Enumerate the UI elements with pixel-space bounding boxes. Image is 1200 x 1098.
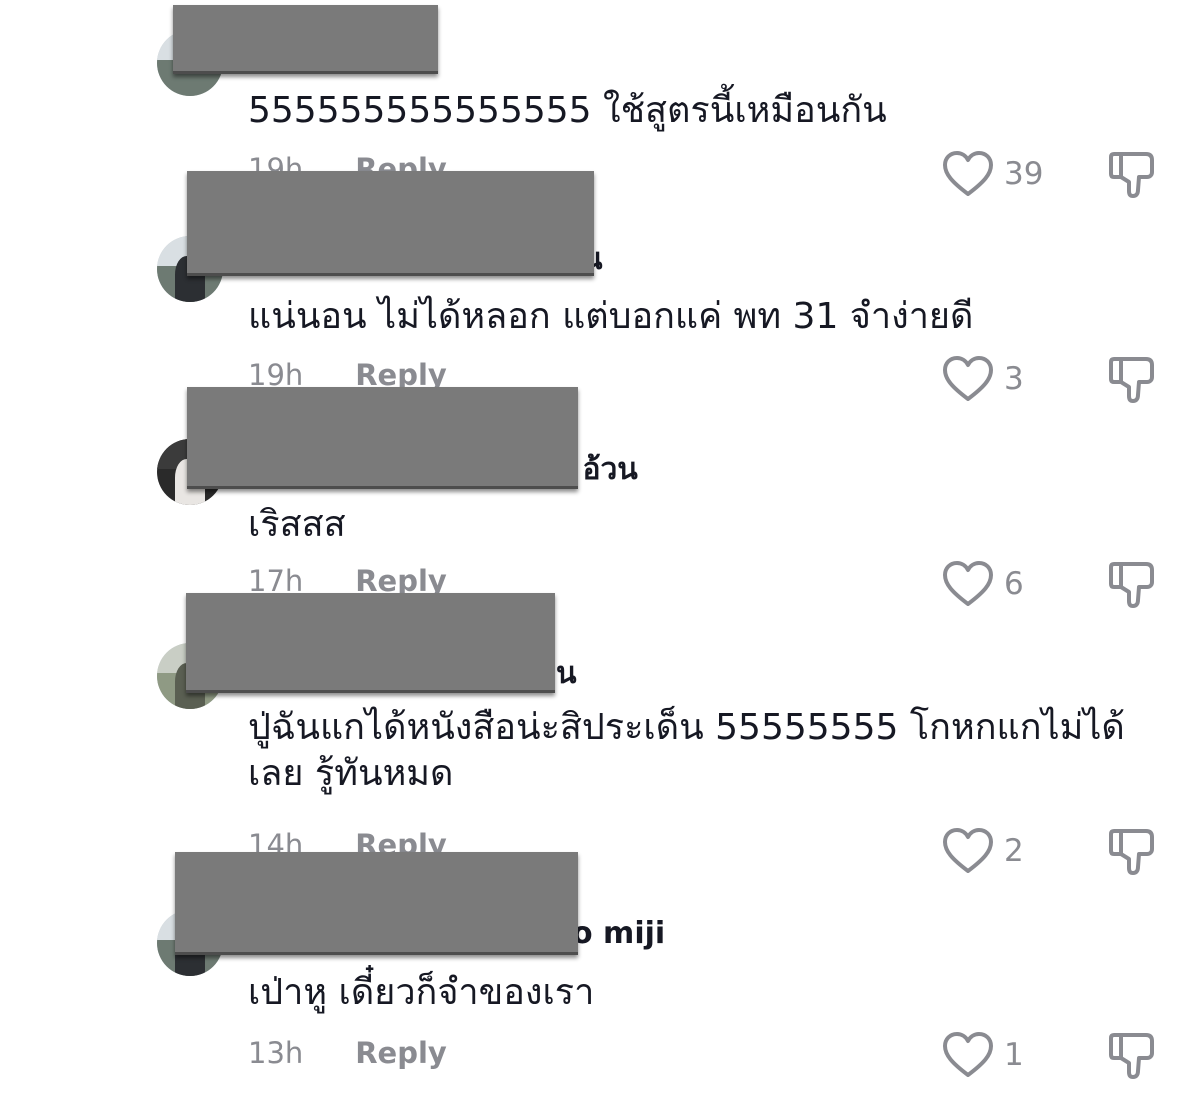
comment-text: ปู่ฉันแกได้หนังสือน่ะสิประเด็น 55555555 … — [248, 707, 1125, 794]
dislike-button[interactable] — [1108, 1031, 1158, 1081]
comment-text: 555555555555555 ใช้สูตรนี้เหมือนกัน — [248, 90, 887, 131]
reply-button[interactable]: Reply — [355, 1036, 447, 1070]
like-count: 2 — [1004, 833, 1024, 869]
thumbs-down-icon — [1109, 152, 1154, 198]
redaction-block — [173, 5, 438, 74]
dislike-button[interactable] — [1108, 150, 1158, 200]
like-button[interactable]: 3 — [942, 355, 1024, 403]
redaction-block — [187, 171, 594, 276]
dislike-button[interactable] — [1108, 355, 1158, 405]
like-button[interactable]: 2 — [942, 827, 1024, 875]
dislike-button[interactable] — [1108, 827, 1158, 877]
comment-author[interactable]: o miji — [572, 916, 665, 951]
thumbs-down-icon — [1109, 562, 1154, 608]
thumbs-down-icon — [1109, 1033, 1154, 1079]
like-count: 1 — [1004, 1037, 1024, 1073]
heart-icon — [943, 561, 993, 606]
comment-text: เริสสส — [248, 504, 346, 545]
heart-icon — [943, 1032, 993, 1077]
thumbs-down-icon — [1109, 829, 1154, 875]
comment-text: แน่นอน ไม่ได้หลอก แต่บอกแค่ พท 31 จำง่าย… — [248, 296, 974, 337]
redaction-block — [175, 852, 578, 955]
like-button[interactable]: 39 — [942, 150, 1043, 198]
comment-author[interactable]: น — [556, 650, 577, 697]
redaction-block — [187, 387, 578, 489]
like-count: 3 — [1004, 361, 1024, 397]
comment-author[interactable]: ู อ้วน — [572, 446, 638, 493]
redaction-block — [186, 593, 555, 693]
heart-icon — [943, 151, 993, 196]
comment-meta: 13h Reply — [248, 1036, 447, 1070]
like-button[interactable]: 6 — [942, 560, 1024, 608]
heart-icon — [943, 828, 993, 873]
heart-icon — [943, 356, 993, 401]
comment-time: 13h — [248, 1036, 304, 1070]
like-count: 6 — [1004, 566, 1024, 602]
dislike-button[interactable] — [1108, 560, 1158, 610]
thumbs-down-icon — [1109, 357, 1154, 403]
like-count: 39 — [1004, 156, 1044, 192]
like-button[interactable]: 1 — [942, 1031, 1024, 1079]
comment-text: เป่าหู เดี๋ยวก็จำของเรา — [248, 972, 595, 1013]
